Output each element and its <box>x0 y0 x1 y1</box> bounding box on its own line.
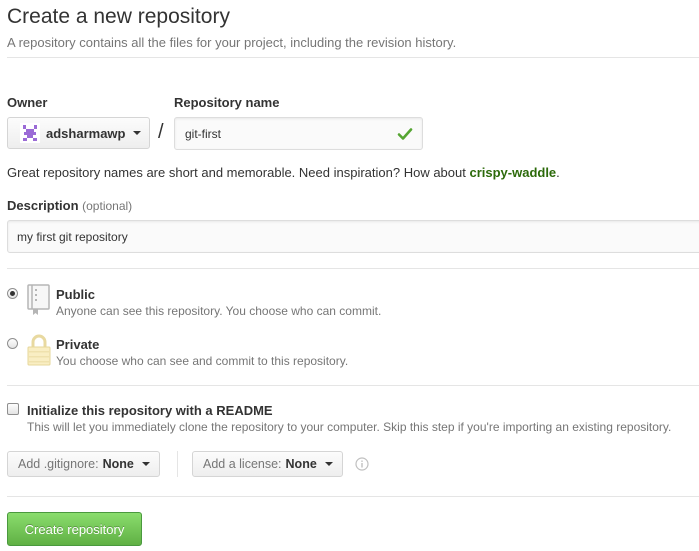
description-label: Description (optional) <box>7 198 132 213</box>
name-hint-suffix: . <box>556 165 560 180</box>
owner-repo-separator: / <box>158 121 164 143</box>
gitignore-value: None <box>102 457 134 471</box>
gitignore-select[interactable]: Add .gitignore: None <box>7 451 160 477</box>
owner-select-button[interactable]: adsharmawp <box>7 117 150 149</box>
public-description: Anyone can see this repository. You choo… <box>56 304 382 318</box>
public-title: Public <box>56 287 96 302</box>
license-label: Add a license: <box>203 457 282 471</box>
chevron-down-icon <box>324 462 333 466</box>
check-icon <box>397 128 413 140</box>
chevron-down-icon <box>141 462 150 466</box>
public-radio[interactable] <box>7 288 18 299</box>
repository-name-value: git-first <box>185 126 221 141</box>
description-input[interactable]: my first git repository <box>7 220 699 253</box>
owner-label: Owner <box>7 95 48 110</box>
description-label-text: Description <box>7 198 79 213</box>
create-repository-button[interactable]: Create repository <box>7 512 142 546</box>
readme-label: Initialize this repository with a README <box>27 403 273 418</box>
name-hint-text: Great repository names are short and mem… <box>7 165 470 180</box>
owner-name: adsharmawp <box>46 125 126 141</box>
header-divider <box>7 57 699 58</box>
readme-description: This will let you immediately clone the … <box>27 420 672 434</box>
chevron-down-icon <box>133 131 142 135</box>
name-suggestion-link[interactable]: crispy-waddle <box>469 165 556 180</box>
private-radio[interactable] <box>7 338 18 349</box>
readme-checkbox[interactable] <box>7 403 19 415</box>
gitignore-label: Add .gitignore: <box>18 457 99 471</box>
license-select[interactable]: Add a license: None <box>192 451 343 477</box>
footer-divider <box>7 496 699 497</box>
page-title: Create a new repository <box>7 5 230 28</box>
repository-name-input[interactable]: git-first <box>174 117 423 150</box>
visibility-divider <box>7 385 699 386</box>
repository-name-label: Repository name <box>174 95 280 110</box>
description-optional-tag: (optional) <box>82 199 133 213</box>
license-value: None <box>285 457 317 471</box>
repo-book-icon <box>27 284 50 315</box>
name-hint: Great repository names are short and mem… <box>7 165 560 180</box>
info-icon[interactable] <box>355 457 369 471</box>
select-separator <box>177 451 178 477</box>
private-title: Private <box>56 337 100 352</box>
description-divider <box>7 268 699 269</box>
identicon-icon <box>20 123 40 143</box>
lock-icon <box>27 334 51 366</box>
private-description: You choose who can see and commit to thi… <box>56 354 349 368</box>
description-value: my first git repository <box>17 229 128 244</box>
page-subtitle: A repository contains all the files for … <box>7 35 457 50</box>
